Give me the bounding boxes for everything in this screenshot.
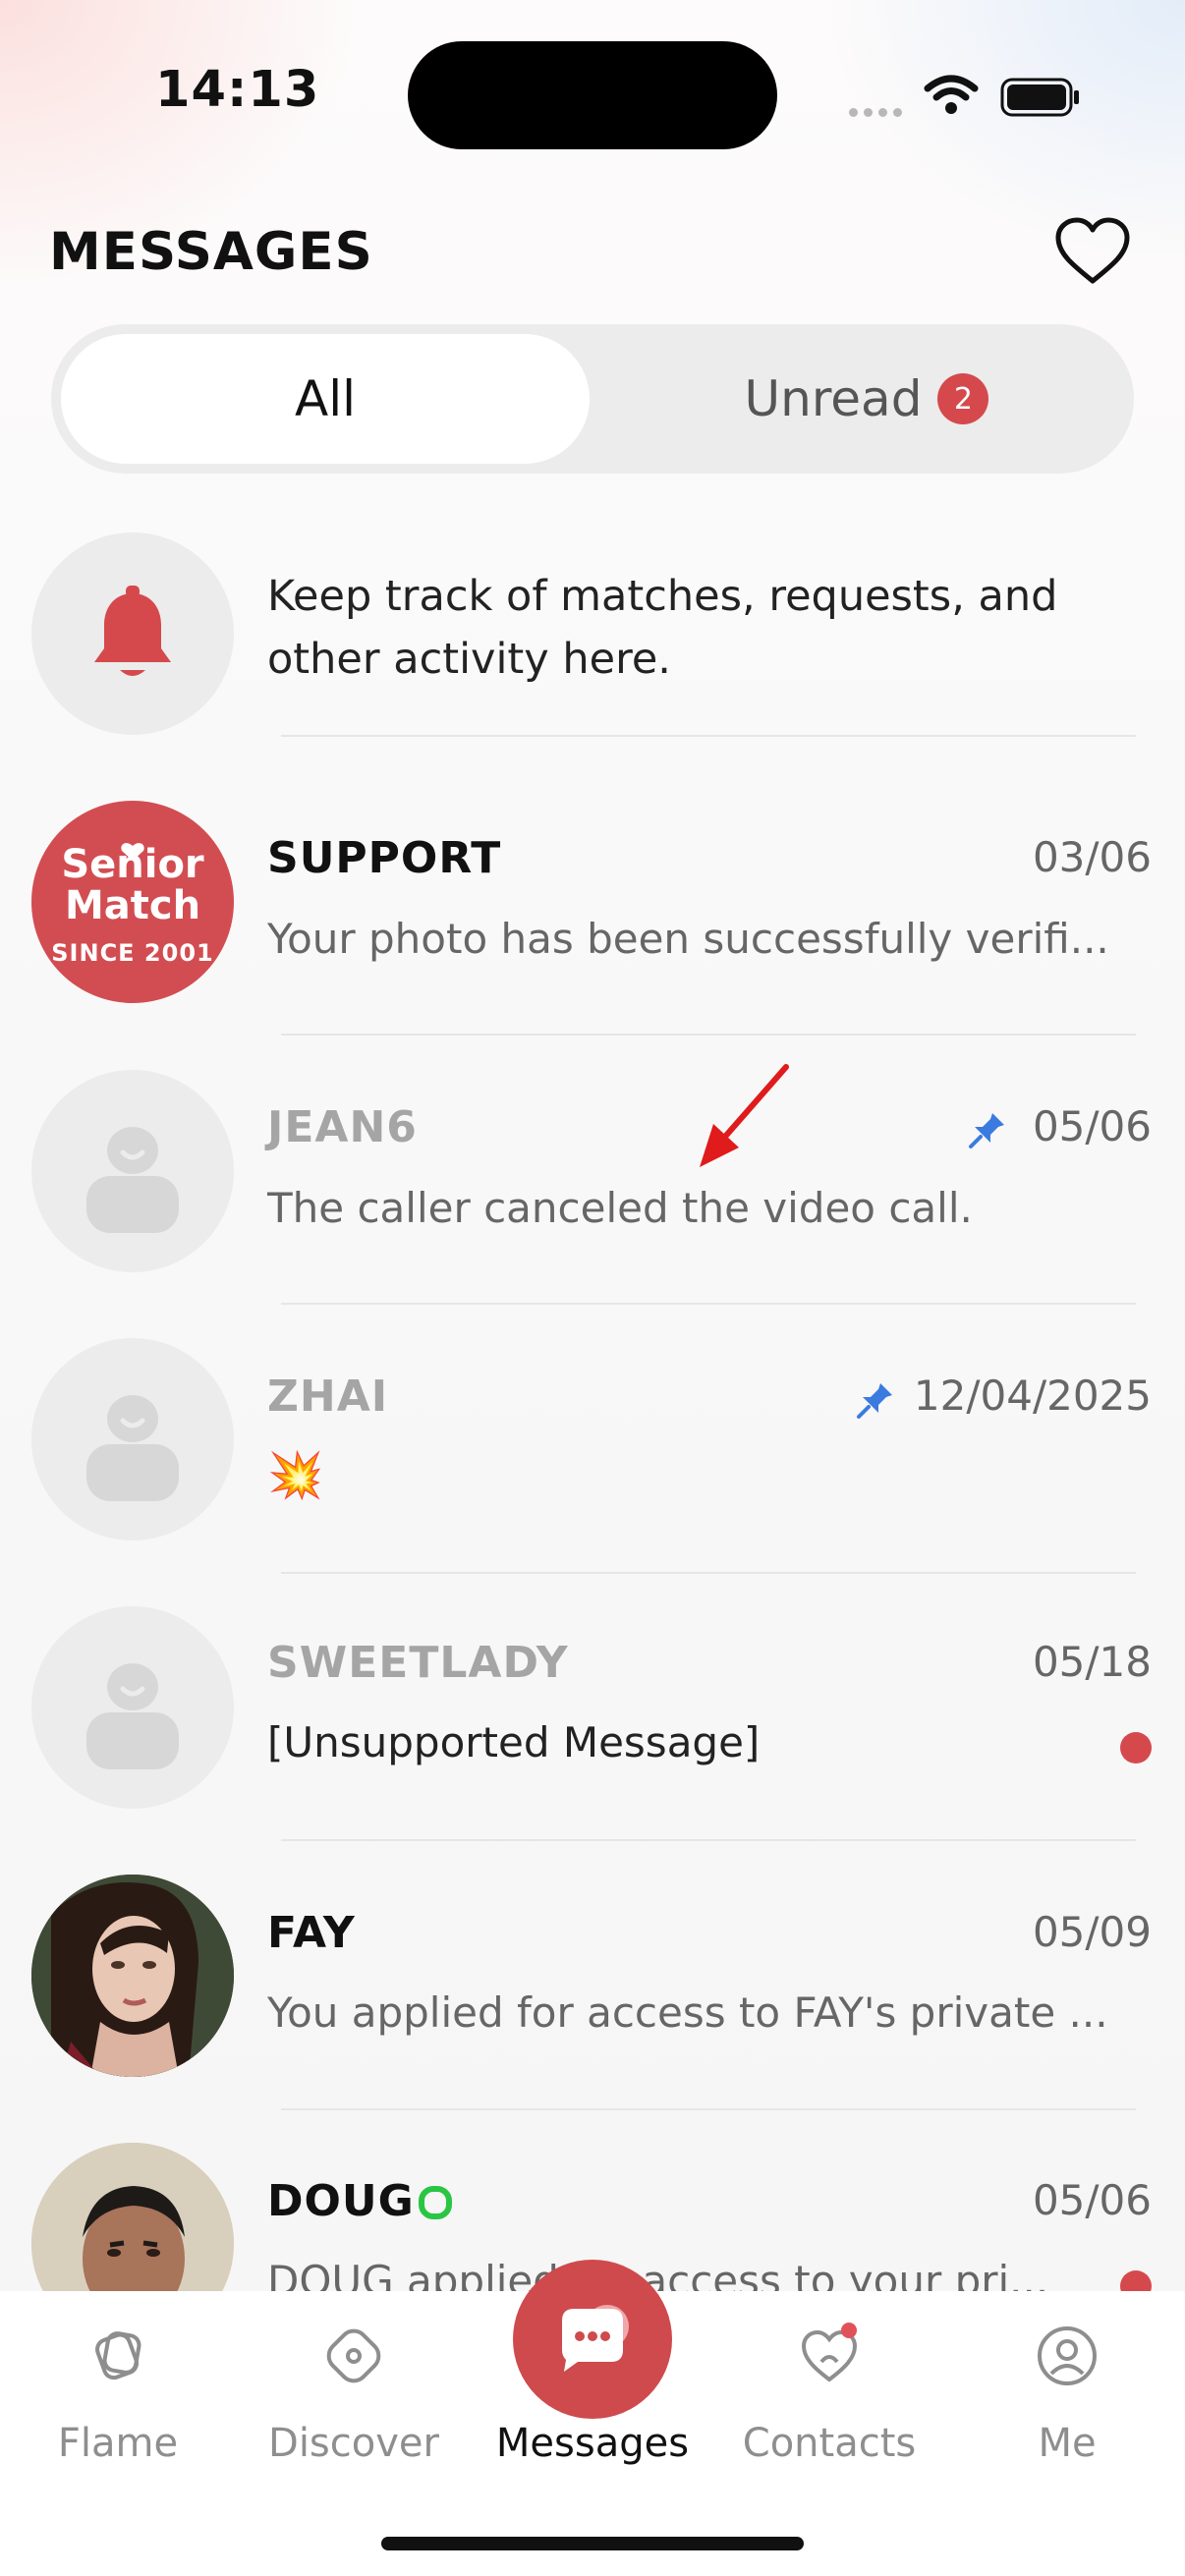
message-preview: Your photo has been successfully verifi.…	[267, 915, 1109, 963]
profile-icon	[1038, 2326, 1097, 2385]
status-time: 14:13	[155, 61, 320, 119]
message-date: 05/18	[1032, 1638, 1152, 1686]
chat-bubble-icon	[562, 2305, 629, 2372]
contact-name: JEAN6	[267, 1102, 418, 1152]
default-person-icon	[86, 1663, 179, 1769]
divider	[281, 1839, 1136, 1841]
activity-description: Keep track of matches, requests, and oth…	[267, 572, 1058, 684]
divider	[281, 735, 1136, 737]
tab-messages-label: Messages	[495, 2421, 690, 2466]
divider	[281, 1303, 1136, 1305]
placeholder-avatar	[31, 1338, 234, 1540]
tab-discover[interactable]: Discover	[236, 2291, 472, 2507]
message-date: 03/06	[1032, 833, 1152, 881]
message-preview: [Unsupported Message]	[267, 1718, 761, 1766]
filter-segmented-control: All Unread 2	[51, 324, 1134, 474]
default-person-icon	[86, 1395, 179, 1501]
cellular-signal-icon	[849, 102, 908, 117]
unread-dot	[1120, 1732, 1152, 1764]
conversation-row-fay[interactable]: FAY 05/09 You applied for access to FAY'…	[0, 1875, 1185, 2142]
placeholder-avatar	[31, 1606, 234, 1809]
message-date: 05/06	[1032, 1102, 1152, 1150]
logo-text: Senior Match SINCE 2001	[51, 842, 214, 967]
tab-contacts-label: Contacts	[742, 2421, 917, 2466]
conversation-row-support[interactable]: Senior Match SINCE 2001 SUPPORT 03/06 Yo…	[0, 801, 1185, 1068]
message-date: 12/04/2025	[913, 1372, 1152, 1420]
home-indicator	[381, 2537, 804, 2550]
tab-all[interactable]: All	[61, 334, 590, 464]
page-title: MESSAGES	[49, 222, 373, 282]
pin-icon	[969, 1113, 1004, 1148]
messages-center-button[interactable]	[513, 2260, 672, 2419]
online-status-indicator	[419, 2186, 452, 2219]
flame-icon	[95, 2331, 141, 2380]
tab-unread[interactable]: Unread 2	[601, 334, 1132, 464]
placeholder-avatar	[31, 1070, 234, 1272]
tab-flame[interactable]: Flame	[0, 2291, 236, 2507]
message-preview: The caller canceled the video call.	[267, 1184, 973, 1232]
conversation-row-sweetlady[interactable]: SWEETLADY 05/18 [Unsupported Message]	[0, 1606, 1185, 1874]
activity-avatar	[31, 532, 234, 735]
tab-unread-label: Unread	[744, 370, 923, 427]
conversation-row-zhai[interactable]: ZHAI 12/04/2025 💥	[0, 1338, 1185, 1605]
fay-photo-avatar	[31, 1875, 234, 2077]
divider	[281, 2108, 1136, 2110]
conversation-row-jean6[interactable]: JEAN6 05/06 The caller canceled the vide…	[0, 1070, 1185, 1337]
contact-name: SUPPORT	[267, 833, 502, 883]
heart-contacts-icon	[801, 2323, 858, 2382]
contact-name: SWEETLADY	[267, 1638, 569, 1688]
portrait-photo	[31, 1875, 234, 2077]
favorites-heart-icon[interactable]	[1053, 216, 1132, 287]
tab-me-label: Me	[1038, 2421, 1097, 2466]
red-arrow-annotation	[700, 1064, 789, 1167]
tab-discover-label: Discover	[268, 2421, 439, 2466]
pin-icon	[857, 1383, 892, 1419]
wifi-icon	[924, 75, 979, 114]
compass-icon	[326, 2328, 381, 2383]
support-logo-avatar: Senior Match SINCE 2001	[31, 801, 234, 1003]
message-preview-emoji: 💥	[267, 1448, 324, 1501]
divider	[281, 1034, 1136, 1036]
tab-me[interactable]: Me	[949, 2291, 1185, 2507]
divider	[281, 1572, 1136, 1574]
bell-icon	[94, 586, 171, 676]
tab-contacts[interactable]: Contacts	[711, 2291, 947, 2507]
contact-name: FAY	[267, 1908, 356, 1958]
battery-icon	[1000, 78, 1079, 117]
dynamic-island	[408, 41, 777, 149]
message-date: 05/09	[1032, 1908, 1152, 1956]
message-date: 05/06	[1032, 2176, 1152, 2224]
default-person-icon	[86, 1127, 179, 1233]
contact-name: ZHAI	[267, 1372, 389, 1422]
unread-count-badge: 2	[937, 373, 989, 424]
tab-all-label: All	[295, 370, 356, 427]
message-preview: You applied for access to FAY's private …	[267, 1988, 1108, 2037]
contact-name: DOUG	[267, 2176, 415, 2226]
tab-flame-label: Flame	[57, 2421, 179, 2466]
